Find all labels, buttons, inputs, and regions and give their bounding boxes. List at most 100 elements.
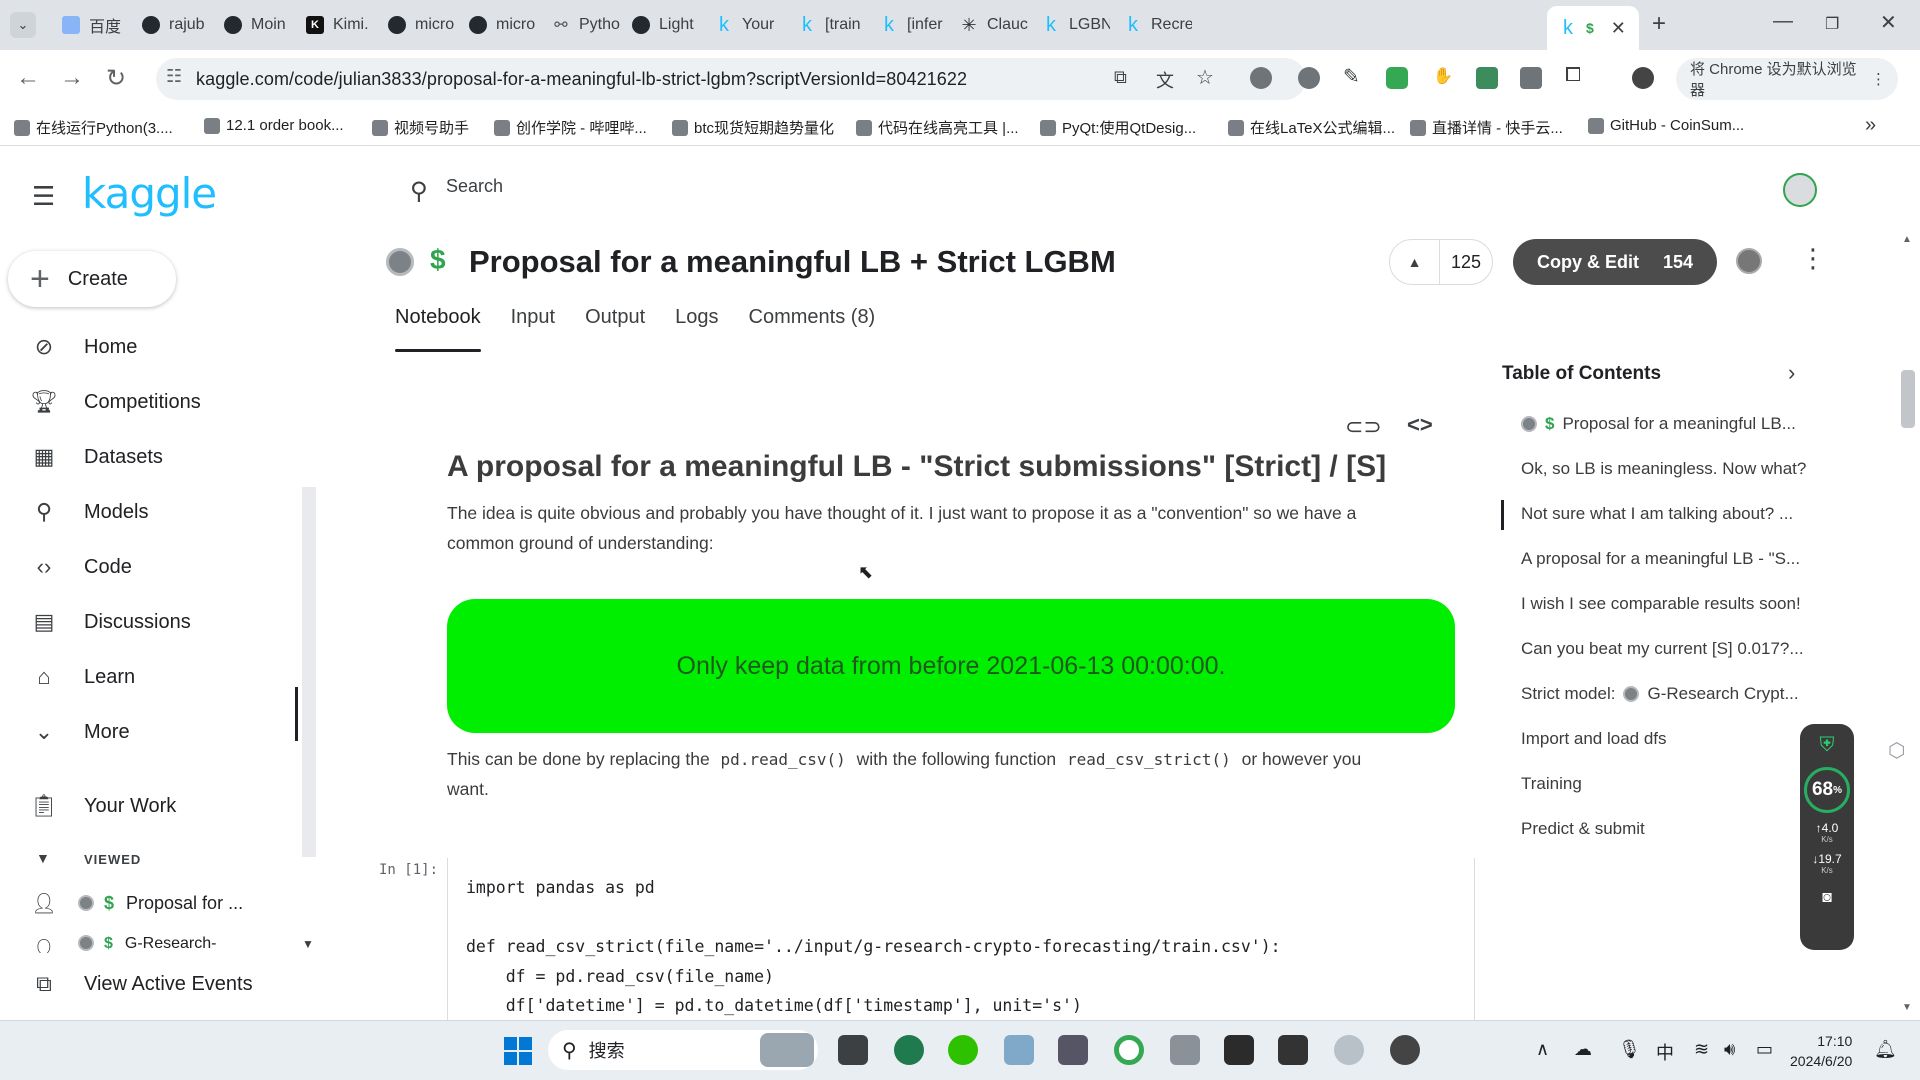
sidebar-scrollbar[interactable] xyxy=(302,487,316,857)
scroll-down-icon[interactable]: ▼ xyxy=(302,937,314,951)
code-icon[interactable]: <> xyxy=(1407,412,1433,438)
puzzle-icon[interactable]: ⧠ xyxy=(1565,64,1581,87)
notification-bell-icon[interactable]: 🔔︎ xyxy=(1874,1039,1897,1060)
tab-input[interactable]: Input xyxy=(511,306,555,352)
bookmark-item[interactable]: PyQt:使用QtDesig... xyxy=(1040,117,1196,138)
browser-tab[interactable]: k Recre xyxy=(1112,8,1192,42)
link-icon[interactable]: ⊂⊃ xyxy=(1345,414,1382,440)
toc-item[interactable]: $ Proposal for a meaningful LB... xyxy=(1521,414,1796,434)
toc-item[interactable]: Strict model: G-Research Crypt... xyxy=(1521,684,1799,704)
install-app-icon[interactable]: ⧉ xyxy=(1114,67,1127,88)
floating-cube-icon[interactable]: ⬡ xyxy=(1888,738,1905,763)
taskbar-widget-icon[interactable] xyxy=(760,1033,814,1067)
kaggle-logo[interactable]: kaggle xyxy=(82,169,217,218)
menu-icon[interactable]: ☰ xyxy=(32,181,55,212)
chrome-icon[interactable] xyxy=(1114,1035,1144,1065)
bookmark-item[interactable]: 视频号助手 xyxy=(372,117,469,138)
sidebar-item-discussions[interactable]: ▤ Discussions xyxy=(30,608,191,636)
create-button[interactable]: + Create xyxy=(8,251,176,307)
browser-tab[interactable]: k LGBN xyxy=(1030,8,1110,42)
network-monitor-widget[interactable]: ⛨ 68% ↑4.0 K/s ↓19.7 K/s ◙ xyxy=(1800,724,1854,950)
bookmark-star-icon[interactable]: ☆ xyxy=(1196,65,1214,90)
url-box[interactable]: ☷ kaggle.com/code/julian3833/proposal-fo… xyxy=(156,58,1306,100)
windows-start-icon[interactable] xyxy=(504,1037,532,1065)
new-tab-button[interactable]: + xyxy=(1652,10,1666,38)
browser-tab[interactable]: k [train xyxy=(786,8,866,42)
bookmark-item[interactable]: 创作学院 - 哔哩哔... xyxy=(494,117,647,138)
toc-item[interactable]: Can you beat my current [S] 0.017?... xyxy=(1521,639,1804,659)
more-vert-icon[interactable]: ⋮ xyxy=(1800,243,1826,274)
chevron-up-icon[interactable]: ∧ xyxy=(1536,1039,1549,1060)
viewed-item-proposal[interactable]: 👤︎ $ Proposal for ... xyxy=(30,889,243,917)
code-cell[interactable]: import pandas as pd def read_csv_strict(f… xyxy=(447,858,1475,1020)
browser-tab[interactable]: Moin xyxy=(212,8,292,42)
app-icon[interactable] xyxy=(1278,1035,1308,1065)
url-text[interactable]: kaggle.com/code/julian3833/proposal-for-… xyxy=(196,69,967,90)
bookmark-item[interactable]: GitHub - CoinSum... xyxy=(1588,117,1744,134)
toc-item[interactable]: A proposal for a meaningful LB - "S... xyxy=(1521,549,1800,569)
camera-icon[interactable]: ◙ xyxy=(1800,889,1854,907)
viewed-item-g-research[interactable]: 👤︎ $ G-Research- xyxy=(30,935,216,953)
tab-search-button[interactable]: ⌄ xyxy=(10,12,36,38)
close-icon[interactable]: ✕ xyxy=(1611,18,1626,39)
bookmarks-overflow-icon[interactable]: » xyxy=(1865,114,1876,137)
ime-indicator[interactable]: 中 xyxy=(1656,1039,1674,1065)
sidebar-item-your-work[interactable]: 📋︎ Your Work xyxy=(30,792,176,820)
sidebar-item-models[interactable]: ⚲ Models xyxy=(30,498,149,526)
browser-tab[interactable]: 百度 xyxy=(50,8,130,42)
app-icon[interactable] xyxy=(1390,1035,1420,1065)
extension-icon[interactable] xyxy=(1386,67,1408,89)
wechat-icon[interactable] xyxy=(948,1035,978,1065)
cloud-app-icon[interactable] xyxy=(1334,1035,1364,1065)
scroll-up-icon[interactable]: ▲ xyxy=(1902,234,1912,245)
copy-and-edit-button[interactable]: Copy & Edit 154 xyxy=(1513,239,1717,285)
extension-icon[interactable] xyxy=(1298,67,1320,89)
tab-comments[interactable]: Comments (8) xyxy=(749,306,876,352)
edge-icon[interactable] xyxy=(894,1035,924,1065)
extension-icon[interactable]: ✋ xyxy=(1433,66,1453,86)
chevron-right-icon[interactable]: › xyxy=(1788,360,1795,386)
browser-tab[interactable]: micro xyxy=(457,8,537,42)
browser-tab[interactable]: rajub xyxy=(130,8,210,42)
sidebar-item-learn[interactable]: ⌂ Learn xyxy=(30,663,135,691)
app-icon[interactable] xyxy=(1058,1035,1088,1065)
file-explorer-icon[interactable] xyxy=(1170,1035,1200,1065)
toc-item[interactable]: Training xyxy=(1521,774,1582,794)
tab-logs[interactable]: Logs xyxy=(675,306,718,352)
caret-down-icon[interactable]: ▼ xyxy=(36,850,50,866)
sidebar-item-datasets[interactable]: ▦ Datasets xyxy=(30,443,163,471)
extension-icon[interactable] xyxy=(1476,67,1498,89)
bookmark-item[interactable]: 代码在线高亮工具 |... xyxy=(856,117,1019,138)
profile-icon[interactable] xyxy=(1632,67,1654,89)
sidebar-item-code[interactable]: ‹› Code xyxy=(30,553,132,581)
browser-tab[interactable]: K Kimi. xyxy=(294,8,374,42)
tab-notebook[interactable]: Notebook xyxy=(395,306,481,352)
pen-icon[interactable]: ✎ xyxy=(1343,64,1360,89)
tab-output[interactable]: Output xyxy=(585,306,645,352)
toc-item[interactable]: Not sure what I am talking about? ... xyxy=(1521,504,1793,524)
browser-tab[interactable]: k Your xyxy=(703,8,783,42)
forward-icon[interactable]: → xyxy=(60,64,84,92)
sidebar-item-competitions[interactable]: 🏆︎ Competitions xyxy=(30,388,201,416)
photos-icon[interactable] xyxy=(1004,1035,1034,1065)
search-icon[interactable]: ⚲ xyxy=(410,177,428,206)
user-avatar[interactable] xyxy=(1783,173,1817,207)
bookmark-item[interactable]: 12.1 order book... xyxy=(204,117,344,134)
bookmark-item[interactable]: 在线LaTeX公式编辑... xyxy=(1228,117,1395,138)
collaborator-avatar[interactable] xyxy=(1736,248,1762,274)
reload-icon[interactable]: ↻ xyxy=(106,64,126,93)
battery-icon[interactable]: ▭ xyxy=(1756,1039,1773,1060)
browser-tab[interactable]: micro xyxy=(376,8,456,42)
bookmark-item[interactable]: btc现货短期趋势量化 xyxy=(672,117,834,138)
wifi-icon[interactable]: ≋ xyxy=(1694,1039,1709,1060)
site-info-icon[interactable]: ☷ xyxy=(166,66,182,87)
browser-tab[interactable]: Light xyxy=(620,8,700,42)
extension-icon[interactable] xyxy=(1250,67,1272,89)
bookmark-item[interactable]: 直播详情 - 快手云... xyxy=(1410,117,1563,138)
terminal-icon[interactable] xyxy=(1224,1035,1254,1065)
task-view-icon[interactable] xyxy=(838,1035,868,1065)
browser-tab[interactable]: ⚯ Pytho xyxy=(540,8,620,42)
toc-item[interactable]: Predict & submit xyxy=(1521,819,1645,839)
browser-tab[interactable]: k [infer xyxy=(868,8,948,42)
back-icon[interactable]: ← xyxy=(16,64,40,92)
